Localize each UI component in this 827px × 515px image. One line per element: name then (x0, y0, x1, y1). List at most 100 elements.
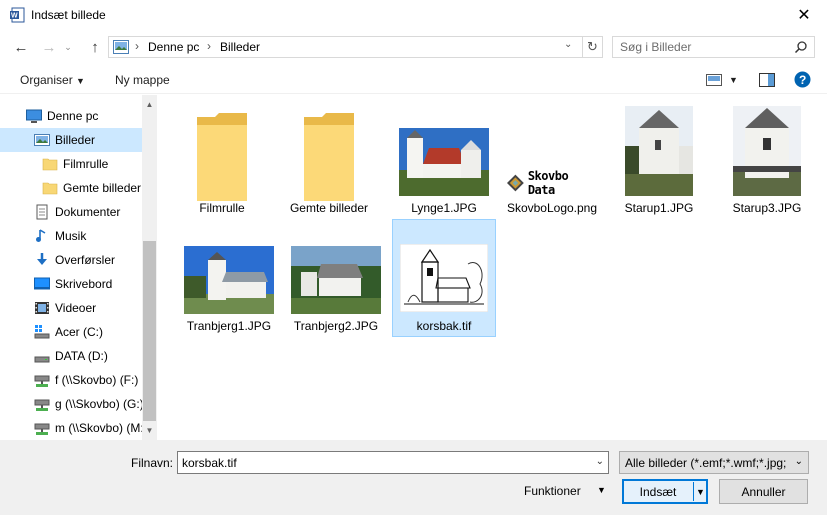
insert-button[interactable]: Indsæt ▼ (622, 479, 708, 504)
sidebar-item-g-skovbo[interactable]: g (\\Skovbo) (G:) (0, 392, 142, 416)
sidebar-item-musik[interactable]: Musik (0, 224, 142, 248)
arrow-up-icon: ↑ (91, 38, 99, 56)
file-type-filter[interactable]: Alle billeder (*.emf;*.wmf;*.jpg; ⌄ (619, 451, 809, 474)
help-icon[interactable]: ? (794, 71, 811, 88)
file-tile-starup3[interactable]: Starup3.JPG (715, 101, 819, 219)
address-dropdown-button[interactable]: ⌄ (564, 39, 572, 50)
breadcrumb-billeder[interactable]: Billeder (220, 40, 260, 54)
filename-combobox[interactable]: ⌄ (177, 451, 609, 474)
arrow-left-icon: ← (13, 38, 29, 56)
preview-pane-icon[interactable] (759, 73, 775, 87)
church-photo-thumbnail (625, 106, 693, 196)
download-icon (37, 253, 47, 265)
dialog-footer: Filnavn: ⌄ Alle billeder (*.emf;*.wmf;*.… (0, 440, 827, 515)
sidebar-item-label: Skrivebord (55, 277, 113, 291)
sidebar-item-label: Acer (C:) (55, 325, 103, 339)
refresh-button[interactable]: ↻ (582, 37, 602, 57)
file-tile-gemte-billeder[interactable]: Gemte billeder (277, 101, 381, 219)
view-dropdown-button[interactable]: ▼ (729, 75, 738, 85)
tools-button[interactable]: Funktioner (524, 484, 581, 498)
search-box[interactable] (612, 36, 815, 58)
file-name: SkovboLogo.png (506, 201, 598, 215)
svg-text:?: ? (799, 73, 806, 87)
file-view: Filmrulle Gemte billeder Lynge1.JPG Skov… (158, 95, 827, 440)
music-icon (36, 229, 46, 242)
sidebar-item-overforsler[interactable]: Overførsler (0, 248, 142, 272)
breadcrumb-separator: › (135, 39, 139, 53)
file-type-filter-value: Alle billeder (*.emf;*.wmf;*.jpg; (625, 456, 787, 470)
word-app-icon: W (10, 7, 25, 23)
navigation-pane: Denne pc Billeder Filmrulle Gemte billed… (0, 95, 157, 440)
view-options-icon[interactable] (706, 74, 722, 86)
caret-down-icon: ▼ (76, 76, 85, 86)
network-drive-icon (34, 399, 50, 411)
church-photo-thumbnail (291, 246, 381, 314)
folder-icon (197, 113, 247, 201)
organize-label: Organiser (20, 73, 73, 87)
skovbo-logo-thumbnail: Skovbo Data (507, 168, 597, 198)
sidebar-item-skrivebord[interactable]: Skrivebord (0, 272, 142, 296)
sidebar-item-videoer[interactable]: Videoer (0, 296, 142, 320)
chevron-down-icon: ⌄ (64, 41, 72, 52)
recent-locations-button[interactable]: ⌄ (62, 37, 74, 57)
navigation-bar: ← → ⌄ ↑ › Denne pc › Billeder ⌄ ↻ (0, 31, 827, 63)
file-tile-tranbjerg1[interactable]: Tranbjerg1.JPG (177, 219, 281, 337)
file-tile-korsbak[interactable]: korsbak.tif (392, 219, 496, 337)
pictures-location-icon (113, 40, 129, 54)
sidebar-item-f-skovbo[interactable]: f (\\Skovbo) (F:) (0, 368, 142, 392)
file-tile-starup1[interactable]: Starup1.JPG (607, 101, 711, 219)
sidebar-item-dokumenter[interactable]: Dokumenter (0, 200, 142, 224)
sidebar-item-label: m (\\Skovbo) (M:) (55, 421, 142, 435)
chevron-down-icon: ⌄ (794, 456, 803, 467)
sidebar-item-m-skovbo[interactable]: m (\\Skovbo) (M:) (0, 416, 142, 440)
breadcrumb-denne-pc[interactable]: Denne pc (148, 40, 199, 54)
document-icon (36, 204, 48, 220)
close-button[interactable]: ✕ (781, 0, 827, 30)
sidebar-item-label: Dokumenter (55, 205, 121, 219)
file-tile-filmrulle[interactable]: Filmrulle (170, 101, 274, 219)
new-folder-button[interactable]: Ny mappe (115, 73, 170, 87)
insert-options-dropdown[interactable]: ▼ (693, 482, 707, 501)
file-tile-tranbjerg2[interactable]: Tranbjerg2.JPG (284, 219, 388, 337)
sidebar-item-label: Denne pc (47, 109, 99, 123)
search-icon (794, 41, 807, 54)
folder-icon (42, 182, 58, 195)
drive-icon (34, 356, 50, 363)
breadcrumb-separator: › (207, 39, 211, 53)
cancel-button[interactable]: Annuller (719, 479, 808, 504)
sidebar-item-gemte-billeder[interactable]: Gemte billeder (0, 176, 142, 200)
forward-button[interactable]: → (38, 37, 60, 57)
filename-input[interactable] (178, 452, 588, 473)
back-button[interactable]: ← (10, 37, 32, 57)
file-name: Gemte billeder (289, 201, 369, 215)
chevron-down-icon[interactable]: ⌄ (596, 456, 604, 467)
sidebar-item-label: Billeder (55, 133, 96, 147)
organize-button[interactable]: Organiser ▼ (20, 73, 85, 87)
close-icon: ✕ (797, 7, 811, 24)
scroll-up-button[interactable]: ▲ (142, 97, 157, 112)
search-input[interactable] (613, 37, 793, 57)
network-drive-icon (34, 375, 50, 387)
file-name: Filmrulle (199, 201, 245, 215)
sidebar-item-label: Videoer (55, 301, 97, 315)
up-button[interactable]: ↑ (84, 37, 106, 57)
caret-down-icon[interactable]: ▼ (597, 485, 606, 495)
file-name: Tranbjerg1.JPG (186, 319, 272, 333)
sidebar-item-label: Musik (55, 229, 87, 243)
file-name: Lynge1.JPG (411, 201, 477, 215)
sidebar-item-label: f (\\Skovbo) (F:) (55, 373, 139, 387)
sidebar-item-acer-c[interactable]: Acer (C:) (0, 320, 142, 344)
address-bar[interactable]: › Denne pc › Billeder ⌄ ↻ (108, 36, 603, 58)
church-drawing-thumbnail (400, 244, 488, 312)
file-tile-skovbologo[interactable]: Skovbo Data SkovboLogo.png (500, 101, 604, 219)
sidebar-item-label: Overførsler (55, 253, 115, 267)
sidebar-item-denne-pc[interactable]: Denne pc (0, 104, 142, 128)
scroll-thumb[interactable] (143, 241, 156, 421)
sidebar-item-billeder[interactable]: Billeder (0, 128, 142, 152)
scroll-down-button[interactable]: ▼ (142, 423, 157, 438)
sidebar-scrollbar[interactable]: ▲ ▼ (142, 95, 157, 440)
sidebar-item-filmrulle[interactable]: Filmrulle (0, 152, 142, 176)
sidebar-item-data-d[interactable]: DATA (D:) (0, 344, 142, 368)
chevron-up-icon: ▲ (145, 100, 154, 109)
file-tile-lynge1[interactable]: Lynge1.JPG (392, 101, 496, 219)
